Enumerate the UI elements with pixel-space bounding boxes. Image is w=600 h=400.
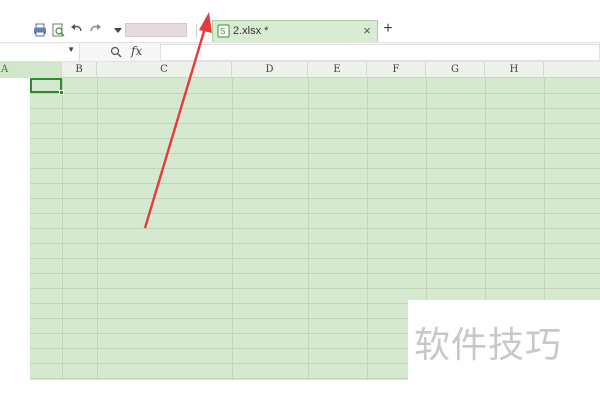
active-cell[interactable] bbox=[30, 78, 62, 93]
column-header-f[interactable]: F bbox=[367, 62, 426, 78]
zoom-icon[interactable] bbox=[110, 46, 122, 58]
column-header-g[interactable]: G bbox=[426, 62, 485, 78]
close-tab-icon[interactable]: × bbox=[361, 23, 373, 39]
name-box[interactable]: ▼ bbox=[0, 44, 80, 61]
column-header-row: A B C D E F G H bbox=[0, 62, 600, 78]
print-icon[interactable] bbox=[33, 23, 47, 37]
column-header-d[interactable]: D bbox=[232, 62, 308, 78]
watermark-text: 软件技巧 bbox=[414, 325, 563, 366]
column-header-h[interactable]: H bbox=[485, 62, 544, 78]
redo-icon[interactable] bbox=[88, 23, 102, 37]
new-tab-button[interactable]: + bbox=[381, 20, 395, 38]
tab-document[interactable]: S 2.xlsx * × bbox=[212, 20, 378, 42]
column-header-c[interactable]: C bbox=[97, 62, 232, 78]
chevron-down-icon[interactable]: ▼ bbox=[67, 45, 75, 54]
column-header-a[interactable]: A bbox=[0, 62, 62, 78]
formula-input[interactable] bbox=[160, 44, 600, 61]
quick-access-toolbar: S 2.xlsx * × + bbox=[0, 18, 600, 42]
document-name-field[interactable] bbox=[125, 23, 187, 37]
print-preview-icon[interactable] bbox=[51, 23, 65, 37]
customize-dropdown-icon[interactable] bbox=[112, 23, 124, 37]
column-header-b[interactable]: B bbox=[62, 62, 97, 78]
insert-function-button[interactable]: fx bbox=[131, 44, 142, 58]
column-header-e[interactable]: E bbox=[308, 62, 367, 78]
column-header-next[interactable] bbox=[544, 62, 600, 78]
spreadsheet-file-icon: S bbox=[217, 24, 230, 38]
fill-handle[interactable] bbox=[59, 90, 64, 95]
formula-bar: ▼ fx bbox=[0, 42, 600, 62]
toolbar-divider bbox=[196, 24, 197, 38]
tab-document-label: 2.xlsx * bbox=[233, 25, 269, 37]
svg-text:S: S bbox=[220, 27, 225, 36]
undo-icon[interactable] bbox=[70, 23, 84, 37]
